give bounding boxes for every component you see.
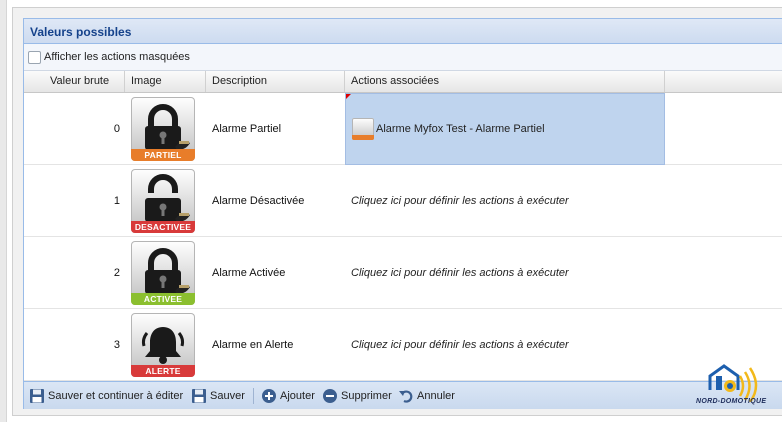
- grid-header: Valeur brute Image Description Actions a…: [24, 71, 782, 93]
- description-cell[interactable]: Alarme Activée: [206, 237, 345, 309]
- modified-marker: [346, 94, 351, 99]
- nord-domotique-logo: NORD-DOMOTIQUE: [692, 362, 772, 410]
- description-cell[interactable]: Alarme en Alerte: [206, 309, 345, 381]
- status-tag: PARTIEL: [131, 149, 195, 161]
- image-cell[interactable]: ALERTE: [125, 309, 206, 381]
- panel-title: Valeurs possibles: [30, 25, 132, 39]
- table-row[interactable]: 3 ALERTE Alarme en Alerte Cliquez ici po…: [24, 309, 782, 381]
- table-row[interactable]: 1 DESACTIVEE Alarme Désactivée Cliquez i…: [24, 165, 782, 237]
- floppy-disk-icon: [192, 389, 206, 403]
- show-hidden-actions-label[interactable]: Afficher les actions masquées: [44, 51, 190, 63]
- description-cell[interactable]: Alarme Partiel: [206, 93, 345, 165]
- status-tag: ACTIVEE: [131, 293, 195, 305]
- column-header-raw-value[interactable]: Valeur brute: [24, 71, 125, 92]
- minus-circle-icon: [323, 389, 337, 403]
- grid-body: 0 PARTIEL Alarme Partiel Alarme Myfox Te…: [24, 93, 782, 381]
- table-row[interactable]: 0 PARTIEL Alarme Partiel Alarme Myfox Te…: [24, 93, 782, 165]
- table-row[interactable]: 2 ACTIVEE Alarme Activée Cliquez ici pou…: [24, 237, 782, 309]
- lock-closed-icon: ACTIVEE: [131, 241, 195, 305]
- floppy-disk-icon: [30, 389, 44, 403]
- plus-circle-icon: [262, 389, 276, 403]
- image-cell[interactable]: PARTIEL: [125, 93, 206, 165]
- show-hidden-actions-checkbox[interactable]: [28, 51, 41, 64]
- panel-header: Valeurs possibles: [24, 19, 782, 44]
- actions-cell[interactable]: Cliquez ici pour définir les actions à e…: [345, 237, 665, 309]
- possible-values-panel: Valeurs possibles Afficher les actions m…: [23, 18, 782, 409]
- filter-bar: Afficher les actions masquées: [24, 44, 782, 71]
- status-tag: ALERTE: [131, 365, 195, 377]
- undo-icon: [399, 390, 413, 403]
- toolbar-separator: [253, 388, 254, 404]
- status-tag: DESACTIVEE: [131, 221, 195, 233]
- raw-value-cell: 2: [113, 267, 120, 279]
- image-cell[interactable]: ACTIVEE: [125, 237, 206, 309]
- raw-value-cell: 3: [113, 339, 120, 351]
- bottom-toolbar: Sauver et continuer à éditer Sauver Ajou…: [24, 381, 782, 409]
- bell-icon: ALERTE: [131, 313, 195, 377]
- raw-value-cell: 0: [113, 123, 120, 135]
- raw-value-cell: 1: [113, 195, 120, 207]
- image-cell[interactable]: DESACTIVEE: [125, 165, 206, 237]
- left-rail: [0, 0, 7, 422]
- column-header-actions[interactable]: Actions associées: [345, 71, 665, 92]
- actions-cell[interactable]: Cliquez ici pour définir les actions à e…: [345, 309, 665, 381]
- lock-closed-icon: [352, 118, 374, 140]
- action-label: Alarme Myfox Test - Alarme Partiel: [376, 123, 545, 135]
- lock-closed-icon: PARTIEL: [131, 97, 195, 161]
- column-header-image[interactable]: Image: [125, 71, 206, 92]
- description-cell[interactable]: Alarme Désactivée: [206, 165, 345, 237]
- actions-cell[interactable]: Cliquez ici pour définir les actions à e…: [345, 165, 665, 237]
- lock-open-icon: DESACTIVEE: [131, 169, 195, 233]
- column-header-description[interactable]: Description: [206, 71, 345, 92]
- actions-cell[interactable]: Alarme Myfox Test - Alarme Partiel: [345, 93, 665, 165]
